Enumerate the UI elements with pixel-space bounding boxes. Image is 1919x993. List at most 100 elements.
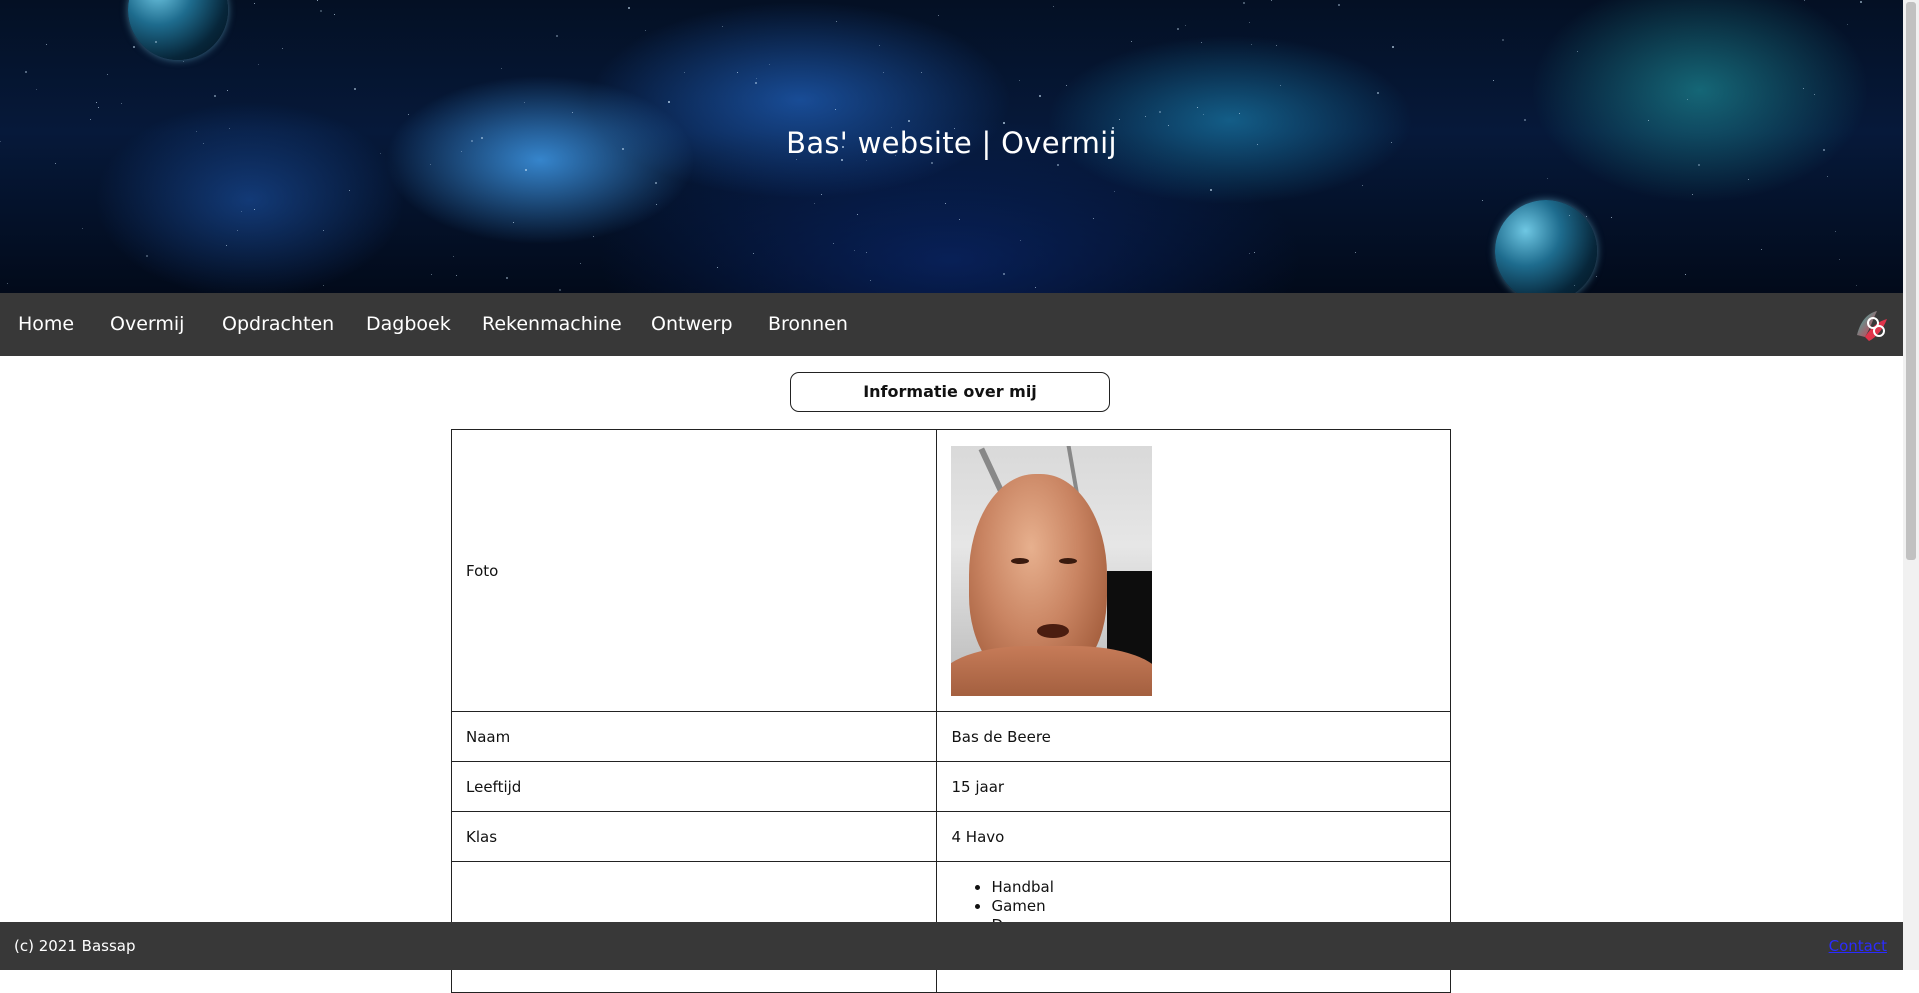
star-dot [1159, 111, 1161, 113]
nav-item-overmij[interactable]: Overmij [110, 293, 184, 356]
star-dot [1362, 185, 1363, 186]
star-dot [1586, 216, 1587, 217]
star-dot [1827, 176, 1828, 177]
site-title: Bas' website | Overmij [786, 126, 1117, 160]
star-dot [1003, 273, 1005, 275]
star-dot [857, 214, 858, 215]
list-item: Gamen [991, 897, 1436, 916]
star-dot [1482, 200, 1483, 201]
star-dot [1687, 99, 1688, 100]
star-dot [501, 68, 502, 69]
star-dot [883, 72, 884, 73]
nav-item-dagboek[interactable]: Dagboek [366, 293, 451, 356]
star-dot [668, 101, 670, 103]
star-dot [1761, 249, 1762, 250]
star-dot [1748, 179, 1749, 180]
star-dot [354, 88, 356, 90]
star-dot [323, 230, 324, 231]
star-dot [36, 89, 37, 90]
nav-item-opdrachten[interactable]: Opdrachten [222, 293, 334, 356]
star-dot [334, 14, 335, 15]
star-dot [1249, 22, 1250, 23]
star-dot [1271, 0, 1272, 1]
table-cell-value: 4 Havo [936, 811, 1451, 862]
star-dot [814, 203, 815, 204]
info-section-button[interactable]: Informatie over mij [790, 372, 1110, 412]
star-dot [572, 112, 573, 113]
star-dot [1574, 285, 1575, 286]
star-dot [1835, 231, 1836, 232]
star-dot [684, 72, 685, 73]
star-dot [525, 169, 527, 171]
star-dot [1177, 28, 1179, 30]
star-dot [227, 90, 228, 91]
star-dot [717, 267, 718, 268]
table-cell-value: Bas de Beere [936, 711, 1451, 762]
star-dot [1804, 0, 1805, 1]
star-dot [908, 120, 910, 122]
star-dot [1856, 285, 1857, 286]
star-dot [506, 277, 508, 279]
star-dot [866, 160, 867, 161]
star-dot [655, 182, 657, 184]
bb-logo-icon[interactable] [1851, 305, 1891, 345]
star-dot [866, 252, 867, 253]
star-dot [1114, 191, 1115, 192]
nav-item-ontwerp[interactable]: Ontwerp [651, 293, 733, 356]
star-dot [254, 209, 255, 210]
star-dot [25, 71, 27, 73]
star-dot [645, 30, 646, 31]
star-dot [1066, 85, 1067, 86]
star-dot [133, 46, 135, 48]
star-dot [1003, 122, 1005, 124]
star-dot [1239, 113, 1240, 114]
table-cell-value: 15 jaar [936, 761, 1451, 812]
star-dot [121, 103, 122, 104]
scrollbar[interactable] [1903, 0, 1919, 970]
star-dot [753, 253, 754, 254]
star-dot [1251, 44, 1252, 45]
star-dot [317, 0, 318, 1]
star-dot [836, 21, 837, 22]
star-dot [1254, 252, 1255, 253]
star-dot [833, 243, 834, 244]
table-cell-label: Foto [450, 429, 938, 712]
nav-item-home[interactable]: Home [18, 293, 74, 356]
star-dot [55, 163, 56, 164]
star-dot [1057, 164, 1059, 166]
header-banner: Bas' website | Overmij [0, 0, 1903, 302]
scrollbar-thumb[interactable] [1906, 2, 1916, 560]
nav-bar: Home Overmij Opdrachten Dagboek Rekenmac… [0, 293, 1903, 356]
planet-image [128, 0, 228, 60]
star-dot [323, 285, 324, 286]
star-dot [7, 283, 8, 284]
contact-link[interactable]: Contact [1829, 922, 1887, 970]
star-dot [945, 203, 946, 204]
star-dot [1502, 39, 1504, 41]
star-dot [1377, 92, 1379, 94]
star-dot [756, 78, 757, 79]
copyright-text: (c) 2021 Bassap [14, 937, 136, 955]
star-dot [1692, 194, 1693, 195]
star-dot [1814, 94, 1815, 95]
star-dot [1249, 253, 1250, 254]
nav-item-bronnen[interactable]: Bronnen [768, 293, 848, 356]
star-dot [1577, 51, 1578, 52]
nav-item-rekenmachine[interactable]: Rekenmachine [482, 293, 622, 356]
star-dot [453, 256, 454, 257]
star-dot [1276, 45, 1277, 46]
star-dot [90, 119, 91, 120]
star-dot [870, 280, 871, 281]
star-dot [1093, 218, 1094, 219]
star-dot [146, 255, 148, 257]
star-dot [46, 44, 47, 45]
star-dot [722, 26, 723, 27]
star-dot [769, 64, 770, 65]
planet-image [1495, 200, 1597, 302]
star-dot [835, 109, 836, 110]
star-dot [1338, 4, 1340, 6]
star-dot [1185, 25, 1186, 26]
star-dot [258, 64, 259, 65]
list-item: Handbal [991, 878, 1436, 897]
star-dot [155, 41, 157, 43]
